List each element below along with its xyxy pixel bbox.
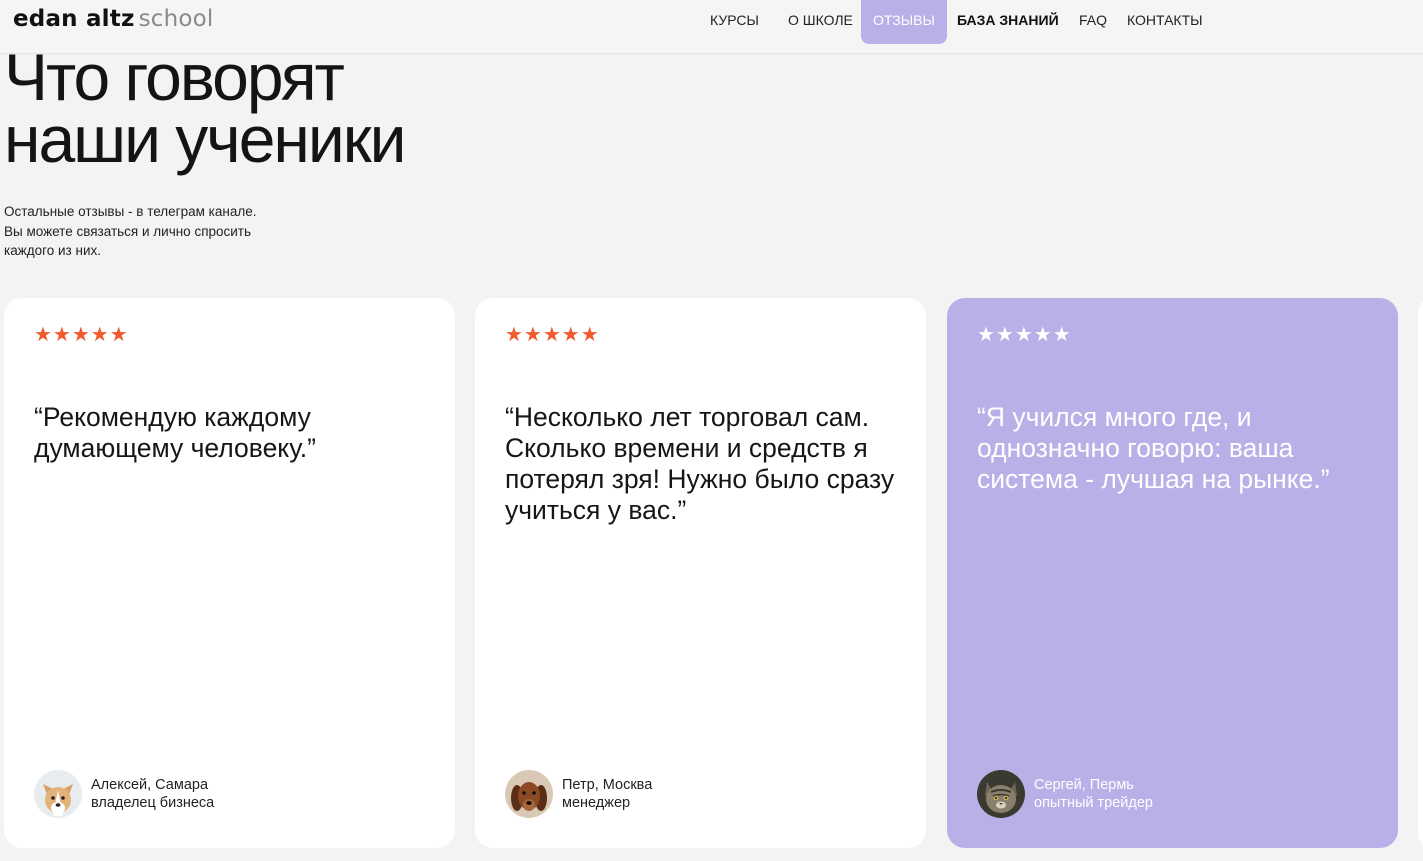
author-info: Петр, Москва менеджер (562, 776, 652, 812)
author-role: опытный трейдер (1034, 795, 1153, 811)
title-line-2: наши ученики (4, 102, 406, 176)
subtitle-line-3: каждого из них. (4, 243, 101, 258)
review-author: Петр, Москва менеджер (505, 770, 905, 818)
subtitle-line-1: Остальные отзывы - в телеграм канале. (4, 204, 257, 219)
star-rating: ★★★★★ (34, 324, 129, 346)
author-name: Петр, Москва (562, 777, 653, 793)
star-rating: ★★★★★ (977, 324, 1072, 346)
page-subtitle: Остальные отзывы - в телеграм канале. Вы… (4, 202, 304, 261)
brown-dog-avatar-icon (505, 770, 553, 818)
star-rating: ★★★★★ (505, 324, 600, 346)
review-card: ★★★★★ “Несколько лет торговал сам. Сколь… (475, 298, 926, 848)
review-quote: “Несколько лет торговал сам. Сколько вре… (505, 402, 895, 525)
review-card: ★★★★★ “Рекомендую каждому думающему чело… (4, 298, 455, 848)
author-info: Сергей, Пермь опытный трейдер (1034, 776, 1153, 812)
next-review-card-edge[interactable] (1418, 298, 1423, 848)
author-role: менеджер (562, 795, 631, 811)
nav-about[interactable]: О ШКОЛЕ (788, 0, 853, 44)
author-name: Алексей, Самара (91, 777, 209, 793)
author-name: Сергей, Пермь (1034, 777, 1134, 793)
corgi-dog-avatar-icon (34, 770, 82, 818)
nav-knowledge-base[interactable]: БАЗА ЗНАНИЙ (957, 0, 1059, 44)
review-quote: “Я учился много где, и однозначно говорю… (977, 402, 1330, 494)
nav-reviews[interactable]: ОТЗЫВЫ (861, 0, 947, 44)
subtitle-line-2: Вы можете связаться и лично спросить (4, 223, 252, 239)
author-role: владелец бизнеса (91, 795, 215, 811)
nav-courses[interactable]: КУРСЫ (710, 0, 759, 44)
cat-avatar-icon (977, 770, 1025, 818)
nav-contacts[interactable]: КОНТАКТЫ (1127, 0, 1203, 44)
nav-faq[interactable]: FAQ (1079, 0, 1107, 44)
author-info: Алексей, Самара владелец бизнеса (91, 776, 214, 812)
main-nav: КУРСЫ О ШКОЛЕ ОТЗЫВЫ БАЗА ЗНАНИЙ FAQ КОН… (0, 0, 1423, 44)
review-author: Сергей, Пермь опытный трейдер (977, 770, 1377, 818)
review-author: Алексей, Самара владелец бизнеса (34, 770, 434, 818)
review-card-highlighted: ★★★★★ “Я учился много где, и однозначно … (947, 298, 1398, 848)
page-title: Что говорят наши ученики (4, 44, 604, 172)
review-quote: “Рекомендую каждому думающему человеку.” (34, 402, 316, 463)
